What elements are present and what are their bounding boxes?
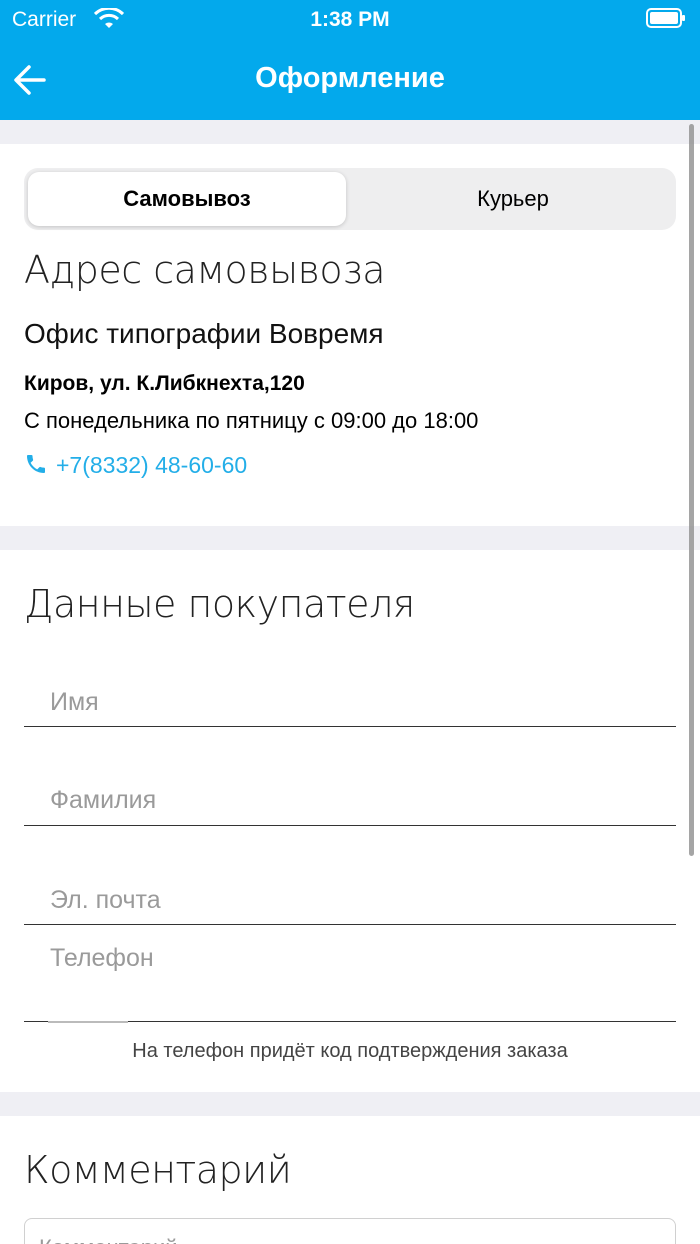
buyer-card: Данные покупателя Имя Фамилия Эл. почта … [0,550,700,1092]
first-name-field[interactable]: Имя [24,670,676,727]
tab-pickup[interactable]: Самовывоз [28,172,346,226]
battery-icon [646,8,685,28]
pickup-street: Киров, ул. К.Либкнехта,120 [24,372,305,395]
last-name-field[interactable]: Фамилия [24,770,676,826]
phone-hint: На телефон придёт код подтверждения зака… [132,1040,568,1062]
comment-placeholder: Комментарий [39,1235,178,1244]
phone-icon [27,455,45,473]
email-field[interactable]: Эл. почта [24,868,676,925]
comment-heading: Комментарий [24,1148,292,1192]
buyer-heading: Данные покупателя [24,582,415,626]
pickup-phone-link[interactable]: +7(8332) 48-60-60 [24,452,247,479]
status-bar: Carrier 1:38 PM [0,0,700,40]
pickup-phone-text: +7(8332) 48-60-60 [56,452,248,478]
page-title: Оформление [255,62,445,94]
navigation-bar: Оформление [0,40,700,120]
pickup-office-name: Офис типографии Вовремя [24,318,384,349]
clock: 1:38 PM [310,8,390,31]
vertical-scrollbar[interactable] [689,124,694,856]
delivery-method-segment: Самовывоз Курьер [24,168,676,230]
comment-input[interactable]: Комментарий [24,1218,676,1244]
pickup-heading: Адрес самовывоза [24,248,385,292]
first-name-placeholder: Имя [50,688,99,716]
last-name-placeholder: Фамилия [50,786,157,814]
app-header: Carrier 1:38 PM Оформление [0,0,700,120]
input-caret-line [48,1021,128,1023]
email-placeholder: Эл. почта [50,886,161,914]
phone-placeholder: Телефон [50,944,154,972]
pickup-card: Самовывоз Курьер Адрес самовывоза Офис т… [0,144,700,526]
pickup-hours: С понедельника по пятницу с 09:00 до 18:… [24,408,479,433]
tab-courier[interactable]: Курьер [354,172,672,226]
phone-field[interactable]: Телефон [24,928,676,1023]
